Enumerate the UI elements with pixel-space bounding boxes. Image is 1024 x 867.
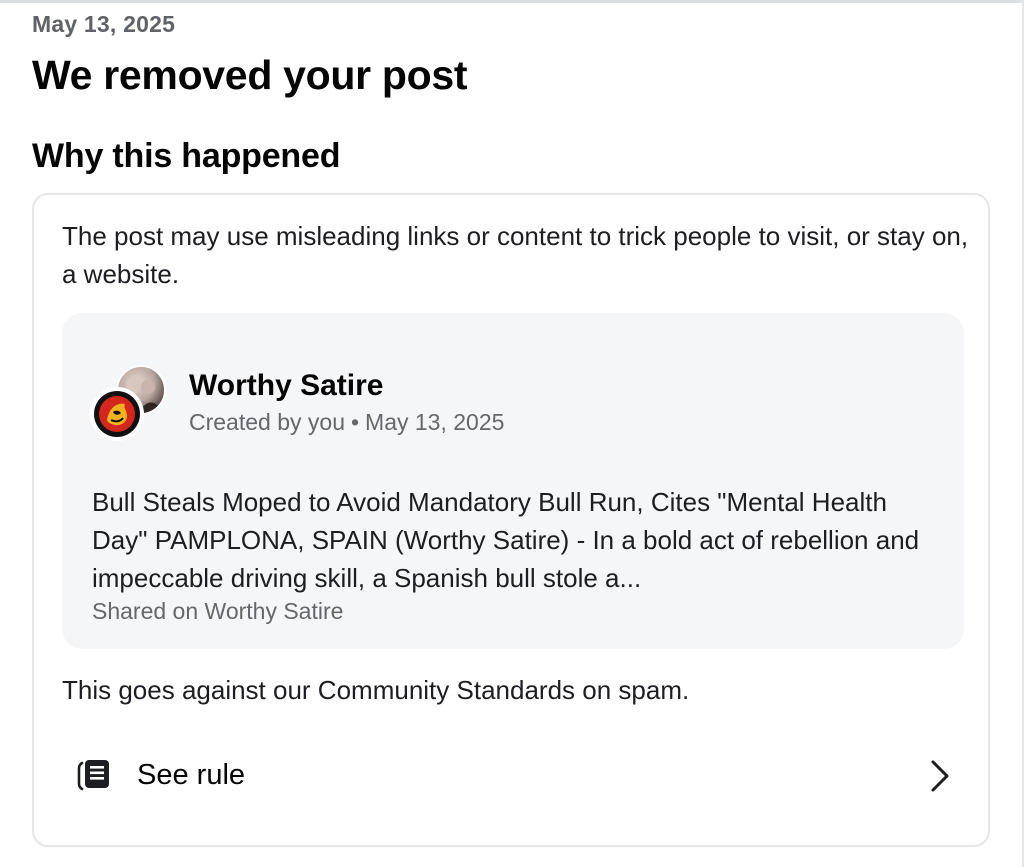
- post-author[interactable]: Worthy Satire: [189, 369, 384, 403]
- removed-post-preview[interactable]: Worthy Satire Created by you • May 13, 202…: [62, 313, 964, 649]
- top-divider: [0, 0, 1024, 3]
- see-rule-label: See rule: [137, 759, 246, 791]
- post-creator: Created by you: [189, 409, 345, 435]
- book-icon: [76, 757, 112, 793]
- post-text: Bull Steals Moped to Avoid Mandatory Bul…: [92, 487, 920, 593]
- post-meta: Created by you • May 13, 2025: [189, 409, 504, 436]
- why-heading: Why this happened: [32, 137, 341, 175]
- notice-date: May 13, 2025: [32, 11, 176, 37]
- avatar-group: [90, 363, 170, 443]
- page-avatar: [90, 387, 144, 441]
- see-rule-button[interactable]: See rule: [62, 741, 952, 811]
- page-title: We removed your post: [32, 52, 468, 98]
- meta-separator: •: [350, 409, 360, 435]
- post-date: May 13, 2025: [365, 409, 505, 435]
- community-standards-text: This goes against our Community Standard…: [62, 675, 690, 705]
- post-source: Shared on Worthy Satire: [92, 598, 344, 624]
- reason-text: The post may use misleading links or con…: [62, 221, 969, 289]
- chevron-right-icon: [928, 759, 952, 793]
- reason-card: The post may use misleading links or con…: [32, 193, 990, 847]
